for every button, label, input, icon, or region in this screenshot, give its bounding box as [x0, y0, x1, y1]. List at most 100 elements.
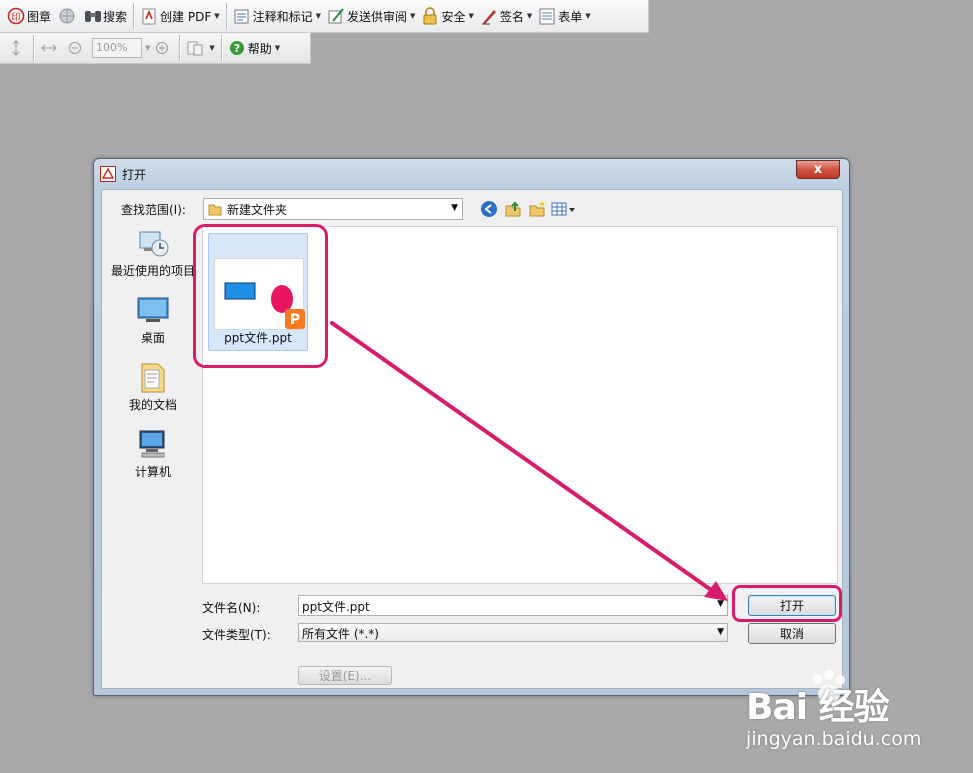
binoculars-icon — [83, 7, 102, 25]
globe-button[interactable] — [54, 3, 80, 29]
toolbar-separator — [225, 3, 227, 29]
fit-width-button[interactable] — [37, 35, 63, 61]
lock-icon — [421, 7, 439, 25]
help-icon: ? — [228, 39, 246, 57]
file-name-label: 文件名(N): — [202, 601, 261, 615]
file-name-value: ppt文件.ppt — [302, 600, 370, 614]
desktop-icon — [137, 297, 169, 322]
setup-button[interactable]: 设置(E)... — [298, 666, 392, 685]
back-icon — [481, 201, 497, 217]
look-in-combo[interactable]: 新建文件夹 ▼ — [203, 198, 463, 220]
zoom-out-button[interactable] — [63, 35, 89, 61]
nav-buttons — [479, 199, 577, 219]
close-icon: x — [813, 162, 823, 177]
create-pdf-label: 创建 PDF — [160, 9, 212, 24]
file-name-input[interactable]: ppt文件.ppt ▼ — [298, 595, 728, 616]
my-documents-icon — [141, 363, 165, 393]
place-label: 最近使用的项目 — [110, 264, 195, 278]
chevron-down-icon: ▼ — [214, 12, 220, 20]
close-button[interactable]: x — [796, 160, 840, 179]
create-pdf-icon — [140, 7, 158, 25]
stamp-label: 图章 — [27, 9, 52, 24]
fit-width-icon — [40, 39, 58, 57]
sign-label: 签名 — [499, 9, 524, 24]
chevron-down-icon: ▼ — [315, 12, 322, 20]
stamp-button[interactable]: 印 图章 — [4, 3, 54, 29]
comment-markup-label: 注释和标记 — [252, 9, 313, 24]
toolbar-separator — [133, 3, 135, 29]
stamp-icon: 印 — [7, 7, 25, 25]
place-recent-items[interactable]: 最近使用的项目 — [108, 226, 198, 279]
comment-markup-button[interactable]: 注释和标记 ▼ — [230, 3, 324, 29]
globe-icon — [57, 7, 75, 25]
help-label: 帮助 — [247, 41, 272, 56]
zoom-input[interactable]: 100% — [92, 38, 142, 58]
view-toolbar: 100% ▼ ▼ ? 帮助 ▼ — [0, 33, 311, 64]
folder-icon — [208, 202, 222, 216]
zoom-out-icon — [66, 39, 84, 57]
place-label: 计算机 — [134, 465, 171, 479]
svg-text:印: 印 — [11, 11, 20, 23]
review-icon — [327, 7, 345, 25]
acrobat-icon — [100, 166, 116, 182]
comment-icon — [233, 7, 251, 25]
back-button[interactable] — [479, 199, 499, 219]
place-desktop[interactable]: 桌面 — [108, 293, 198, 346]
chevron-down-icon: ▼ — [468, 12, 474, 20]
toolbar-separator — [220, 35, 222, 61]
place-my-documents[interactable]: 我的文档 — [108, 360, 198, 413]
view-menu-button[interactable] — [551, 199, 577, 219]
fit-height-button[interactable] — [4, 35, 30, 61]
chevron-down-icon: ▼ — [585, 12, 591, 20]
fit-height-icon — [7, 39, 25, 57]
recent-items-icon — [139, 231, 169, 257]
search-label: 搜索 — [103, 9, 128, 24]
form-button[interactable]: 表单 ▼ — [535, 3, 593, 29]
watermark-url: jingyan.baidu.com — [746, 728, 922, 750]
open-button-highlight-box — [732, 585, 842, 622]
pen-icon — [480, 7, 498, 25]
form-icon — [538, 7, 556, 25]
send-review-label: 发送供审阅 — [347, 9, 408, 24]
chevron-down-icon: ▼ — [717, 627, 724, 637]
up-folder-icon — [505, 201, 521, 217]
watermark-logo: Bai 经验 — [746, 687, 890, 728]
dialog-title-bar: 打开 — [100, 164, 146, 184]
look-in-value: 新建文件夹 — [227, 202, 288, 217]
send-review-button[interactable]: 发送供审阅 ▼ — [324, 3, 418, 29]
cancel-button[interactable]: 取消 — [748, 623, 836, 644]
file-type-select[interactable]: 所有文件 (*.*) ▼ — [298, 623, 728, 642]
page-layout-button[interactable]: ▼ — [183, 35, 217, 61]
toolbar-separator — [179, 35, 181, 61]
place-computer[interactable]: 计算机 — [108, 427, 198, 480]
place-label: 我的文档 — [128, 398, 177, 412]
zoom-in-button[interactable] — [150, 35, 176, 61]
help-button[interactable]: ? 帮助 ▼ — [225, 35, 283, 61]
svg-text:?: ? — [234, 42, 240, 55]
place-label: 桌面 — [140, 331, 165, 345]
create-pdf-button[interactable]: 创建 PDF ▼ — [137, 3, 223, 29]
file-type-label: 文件类型(T): — [202, 628, 271, 642]
chevron-down-icon: ▼ — [274, 44, 281, 52]
places-bar: 最近使用的项目 桌面 我的文档 计算机 — [108, 226, 198, 658]
file-type-value: 所有文件 (*.*) — [302, 627, 379, 641]
chevron-down-icon[interactable]: ▼ — [717, 599, 724, 609]
new-folder-button[interactable] — [527, 199, 547, 219]
sign-button[interactable]: 签名 ▼ — [477, 3, 535, 29]
toolbar-separator — [33, 35, 34, 61]
zoom-in-icon — [153, 39, 171, 57]
security-label: 安全 — [441, 9, 466, 24]
search-button[interactable]: 搜索 — [80, 3, 130, 29]
dialog-title: 打开 — [122, 167, 147, 182]
chevron-down-icon: ▼ — [209, 44, 215, 52]
look-in-label: 查找范围(I): — [121, 203, 186, 217]
security-button[interactable]: 安全 ▼ — [418, 3, 476, 29]
file-highlight-box — [193, 224, 328, 368]
up-folder-button[interactable] — [503, 199, 523, 219]
baidu-watermark: Bai 经验 jingyan.baidu.com — [744, 668, 969, 768]
computer-icon — [139, 430, 165, 458]
page-layout-icon — [186, 39, 204, 57]
chevron-down-icon: ▼ — [526, 12, 533, 20]
chevron-down-icon: ▼ — [410, 12, 416, 20]
main-toolbar: 印 图章 搜索 创建 PDF ▼ 注释和标记 ▼ 发送供审阅 ▼ 安全 ▼ 签名… — [0, 0, 649, 33]
